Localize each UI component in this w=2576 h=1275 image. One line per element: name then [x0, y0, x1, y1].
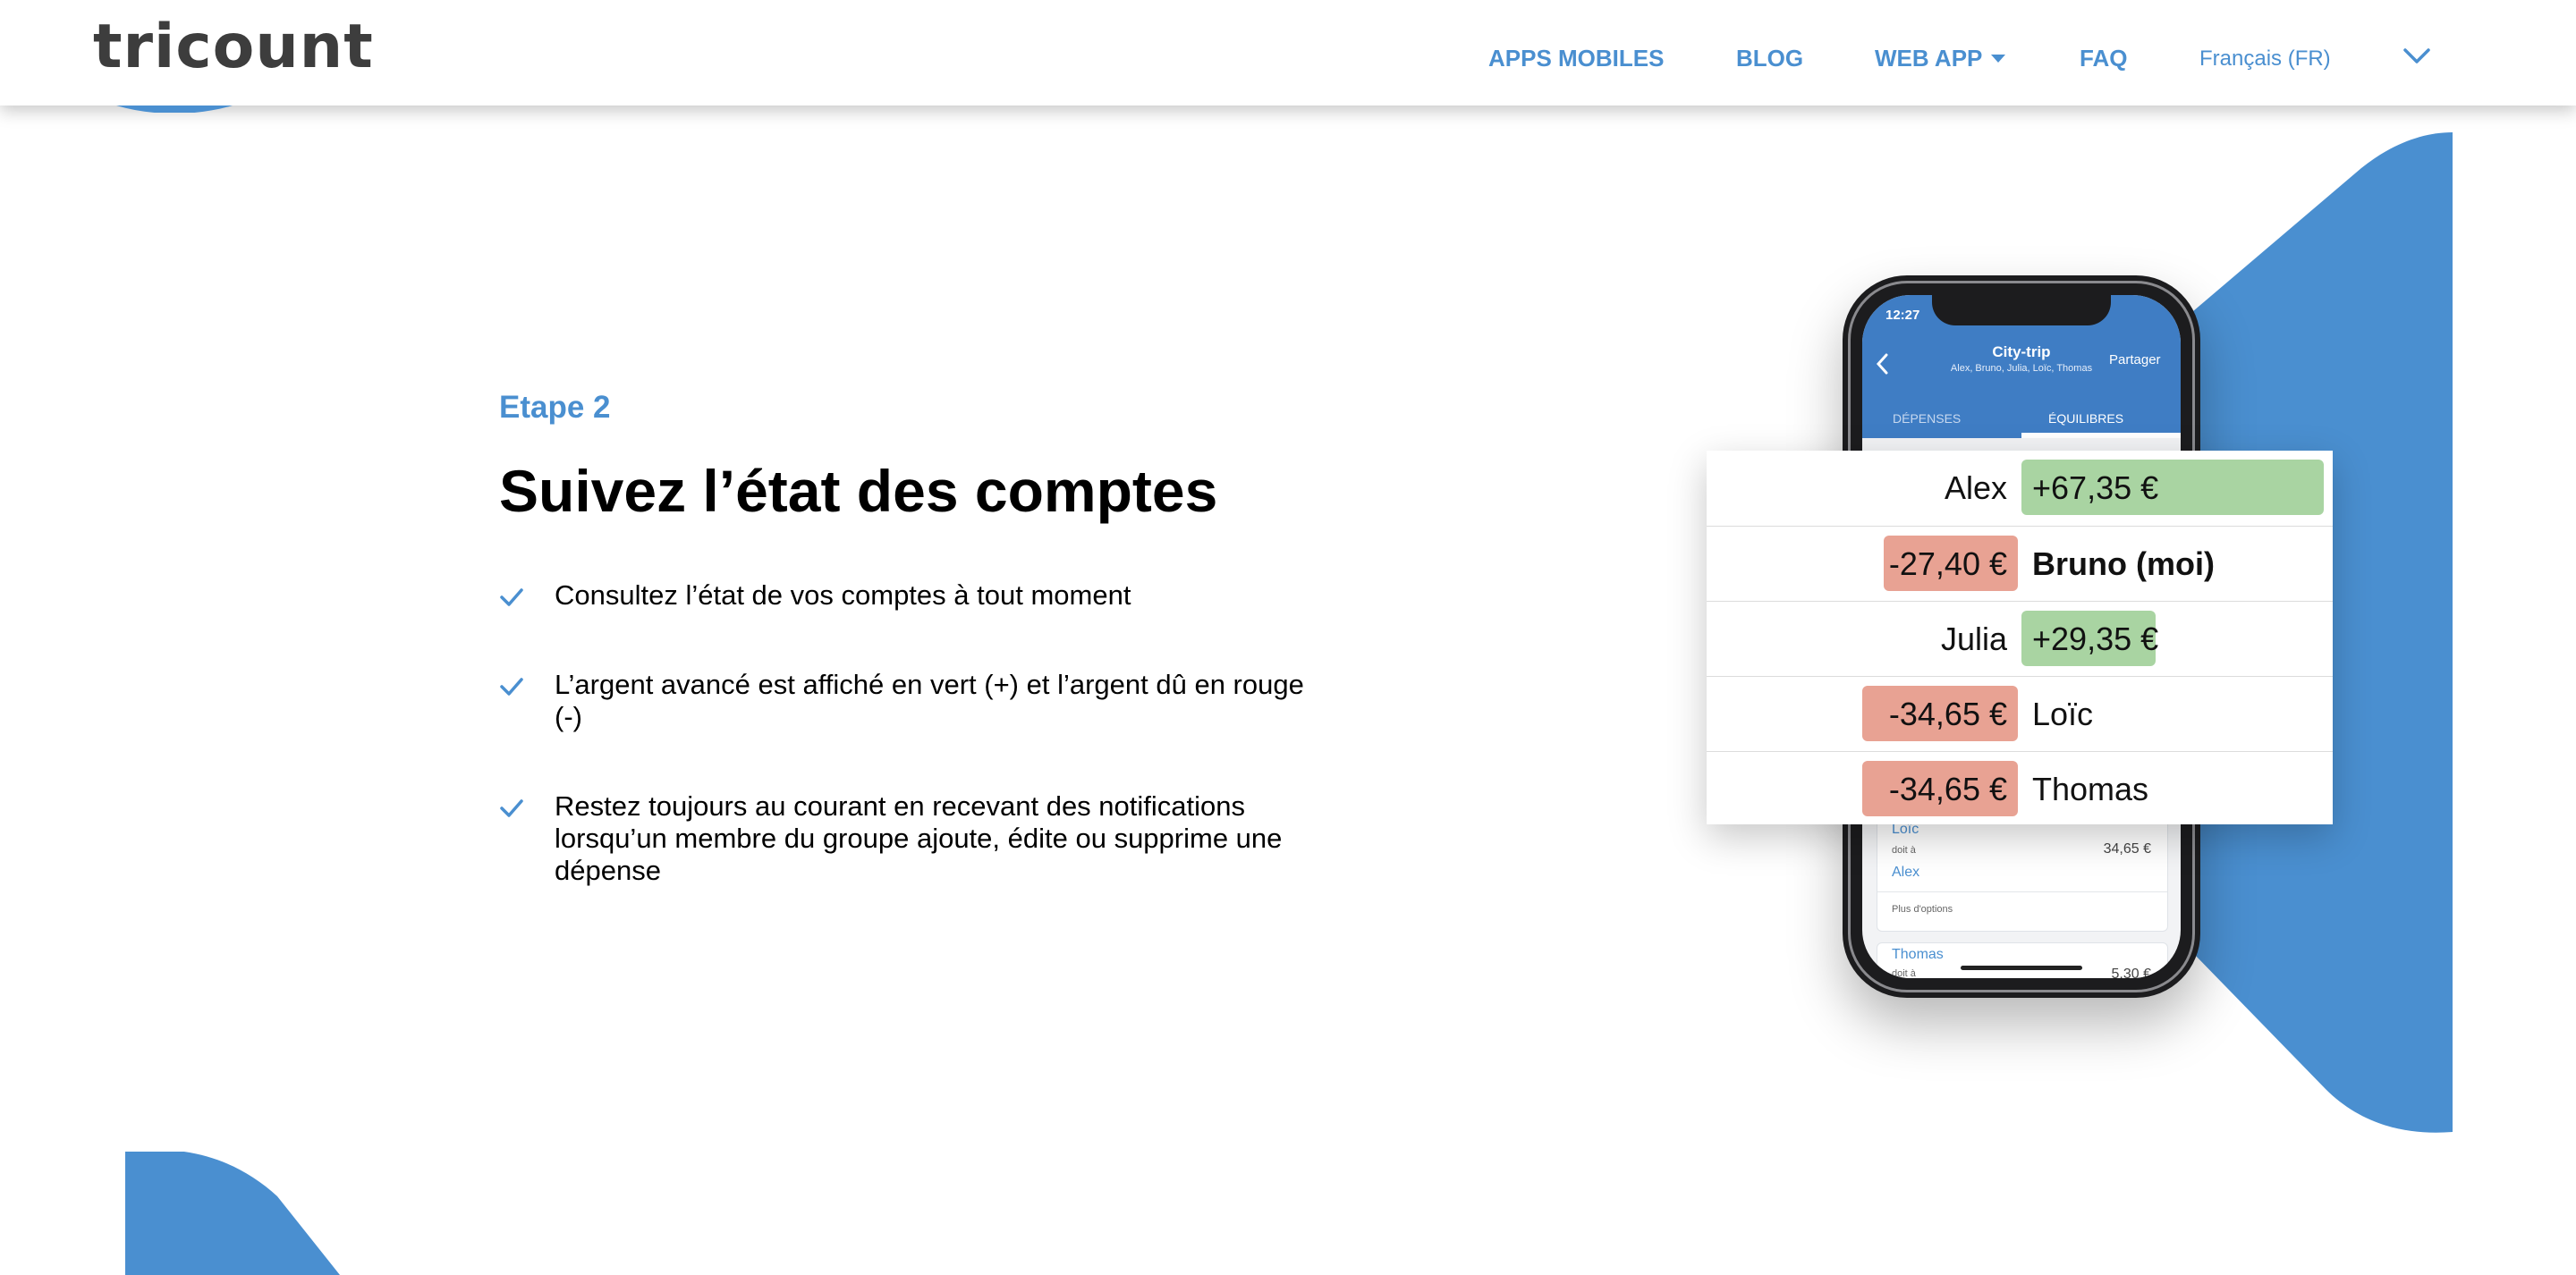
settlement-amount: 34,65 €	[2103, 841, 2151, 857]
feature-text: Consultez l’état de vos comptes à tout m…	[555, 579, 1131, 611]
chevron-down-icon[interactable]	[2402, 45, 2431, 66]
check-icon	[500, 678, 523, 696]
step-label: Etape 2	[499, 390, 611, 425]
decorative-blob-under-header	[116, 106, 233, 113]
settlement-to: Alex	[1892, 865, 1920, 880]
balance-amount: +67,35 €	[2032, 469, 2159, 506]
settlement-owes: doit à	[1892, 845, 1916, 856]
settlement-from: Thomas	[1892, 947, 1944, 962]
balance-row: +67,35 € Alex	[1707, 451, 2333, 526]
balance-member-name: Julia	[1940, 621, 2007, 657]
section-title: Suivez l’état des comptes	[499, 458, 1218, 524]
check-icon	[500, 799, 523, 817]
nav-apps-mobiles[interactable]: APPS MOBILES	[1488, 43, 1664, 73]
language-selector[interactable]: Français (FR)	[2199, 45, 2331, 73]
balance-member-name: Loïc	[2032, 696, 2094, 732]
balance-member-name: Alex	[1944, 469, 2007, 506]
balance-amount: -34,65 €	[1888, 696, 2007, 732]
phone-notch	[1932, 295, 2111, 325]
balance-row: -34,65 € Loïc	[1707, 676, 2333, 752]
logo-text: tricount	[93, 12, 374, 82]
feature-text: L’argent avancé est affiché en vert (+) …	[555, 669, 1304, 732]
settlement-amount: 5,30 €	[2111, 967, 2151, 978]
status-time: 12:27	[1885, 308, 1920, 323]
logo[interactable]: tricount	[93, 16, 374, 79]
feature-text: Restez toujours au courant en recevant d…	[555, 790, 1283, 886]
settlement-owes: doit à	[1892, 968, 1916, 978]
balance-row: -34,65 € Thomas	[1707, 751, 2333, 827]
site-header: tricount APPS MOBILES BLOG WEB APP FAQ F…	[0, 0, 2576, 106]
caret-down-icon	[1991, 54, 2006, 63]
balance-amount: -34,65 €	[1888, 771, 2007, 807]
settlement-card: Loïc doit à 34,65 € Alex Plus d'options	[1877, 814, 2168, 932]
balance-member-name: Bruno (moi)	[2032, 545, 2215, 582]
balances-panel: +67,35 € Alex -27,40 € Bruno (moi) +29,35 € J…	[1707, 451, 2333, 824]
nav-faq[interactable]: FAQ	[2080, 43, 2127, 73]
tab-indicator	[2021, 433, 2181, 438]
tab-balances: ÉQUILIBRES	[2048, 411, 2124, 426]
balance-member-name: Thomas	[2032, 771, 2149, 807]
nav-blog[interactable]: BLOG	[1736, 43, 1803, 73]
more-options: Plus d'options	[1892, 904, 1953, 915]
decorative-blob-bottom-left	[125, 1152, 340, 1275]
balance-amount: +29,35 €	[2032, 621, 2159, 657]
settlement-card: Thomas doit à 5,30 €	[1877, 942, 2168, 978]
share-button: Partager	[2109, 352, 2161, 367]
nav-web-app[interactable]: WEB APP	[1875, 43, 2006, 73]
balance-row: -27,40 € Bruno (moi)	[1707, 526, 2333, 602]
home-indicator	[1961, 966, 2082, 970]
nav-web-app-label: WEB APP	[1875, 45, 1983, 72]
tab-expenses: DÉPENSES	[1893, 411, 1962, 426]
check-icon	[500, 588, 523, 606]
balance-amount: -27,40 €	[1888, 545, 2007, 582]
balance-row: +29,35 € Julia	[1707, 601, 2333, 677]
